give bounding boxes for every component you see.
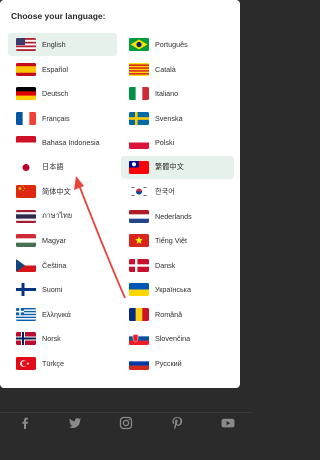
language-label: Svenska [155,113,183,123]
flag-it-icon [129,87,149,100]
twitter-icon[interactable] [66,414,84,432]
language-label: Italiano [155,89,179,98]
language-label: English [42,40,66,49]
language-option-br[interactable]: Português [121,33,234,56]
flag-ru-icon [129,356,149,370]
language-label: ภาษาไทย [42,210,73,220]
flag-ua-icon [129,283,149,296]
language-option-tr[interactable]: Türkçe [8,352,121,375]
language-option-es[interactable]: Español [8,58,121,81]
language-option-tw[interactable]: 繁體中文 [121,155,234,179]
language-option-no[interactable]: Norsk [8,327,121,350]
language-option-id[interactable]: Bahasa Indonesia [8,131,121,154]
language-option-ua[interactable]: Українська [121,278,234,301]
language-list: English Português Español Català Deutsch Ital… [8,32,234,375]
flag-br-icon [129,38,149,51]
flag-kr-icon [129,185,149,198]
youtube-icon[interactable] [219,414,237,432]
language-option-th[interactable]: ภาษาไทย [8,205,121,228]
flag-cz-icon [16,258,36,272]
language-label: Français [42,113,70,123]
language-option-hu[interactable]: Magyar [8,229,121,252]
language-label: Українська [155,285,191,294]
instagram-icon[interactable] [117,414,135,432]
language-option-ct[interactable]: Català [121,58,234,81]
language-option-fi[interactable]: Suomi [8,278,121,301]
language-label: Polski [155,138,175,147]
language-label: 日本語 [42,162,64,171]
flag-tr-icon [16,356,36,370]
flag-de-icon [16,87,36,100]
language-label: Tiếng Việt [155,236,187,245]
language-option-kr[interactable]: 한국어 [121,180,234,203]
flag-es-icon [16,62,36,76]
language-label: Русский [155,358,182,368]
language-label: Čeština [42,260,67,270]
language-label: Magyar [42,236,66,245]
language-label: Türkçe [42,358,64,368]
language-option-ru[interactable]: Русский [121,352,234,375]
flag-fr-icon [16,111,36,125]
flag-jp-icon [16,160,36,174]
language-option-cn[interactable]: 简体中文 [8,180,121,203]
language-label: Bahasa Indonesia [42,138,100,147]
language-label: Dansk [155,260,176,270]
language-option-it[interactable]: Italiano [121,82,234,105]
flag-cn-icon [16,185,36,198]
dialog-title: Choose your language: [11,11,106,21]
flag-fi-icon [16,283,36,296]
flag-sk-icon [129,332,149,345]
facebook-icon[interactable] [16,414,34,432]
language-label: 繁體中文 [155,162,184,171]
language-option-vn[interactable]: Tiếng Việt [121,229,234,252]
language-option-jp[interactable]: 日本語 [8,156,121,179]
language-option-sk[interactable]: Slovenčina [121,327,234,350]
language-option-us[interactable]: English [8,33,117,56]
flag-th-icon [16,209,36,223]
flag-no-icon [16,332,36,345]
flag-se-icon [129,111,149,125]
flag-ro-icon [129,307,149,321]
page-footer [0,388,252,460]
language-label: 한국어 [155,186,175,196]
language-label: Català [155,64,176,74]
flag-us-icon [16,38,36,51]
language-option-fr[interactable]: Français [8,107,121,130]
language-option-pl[interactable]: Polski [121,131,234,154]
language-label: Português [155,40,188,49]
flag-pl-icon [129,136,149,149]
flag-nl-icon [129,209,149,223]
language-option-dk[interactable]: Dansk [121,254,234,277]
language-option-cz[interactable]: Čeština [8,254,121,277]
language-option-ro[interactable]: Română [121,303,234,326]
flag-dk-icon [129,258,149,272]
flag-gr-icon [16,307,36,321]
language-label: Suomi [42,285,63,294]
language-label: Slovenčina [155,334,191,343]
language-label: 简体中文 [42,186,71,196]
language-label: Ελληνικά [42,309,71,319]
language-option-nl[interactable]: Nederlands [121,205,234,228]
language-label: Español [42,64,68,74]
language-label: Deutsch [42,89,69,98]
flag-ct-icon [129,62,149,76]
flag-hu-icon [16,234,36,247]
language-option-de[interactable]: Deutsch [8,82,121,105]
footer-divider [0,412,252,413]
language-picker-dialog: Choose your language: English Português Es… [0,0,240,388]
language-label: Nederlands [155,211,192,221]
language-option-gr[interactable]: Ελληνικά [8,303,121,326]
flag-vn-icon [129,234,149,247]
pinterest-icon[interactable] [168,414,186,432]
language-label: Română [155,309,183,319]
language-option-se[interactable]: Svenska [121,107,234,130]
flag-tw-icon [129,160,149,174]
language-label: Norsk [42,334,61,343]
flag-id-icon [16,136,36,149]
